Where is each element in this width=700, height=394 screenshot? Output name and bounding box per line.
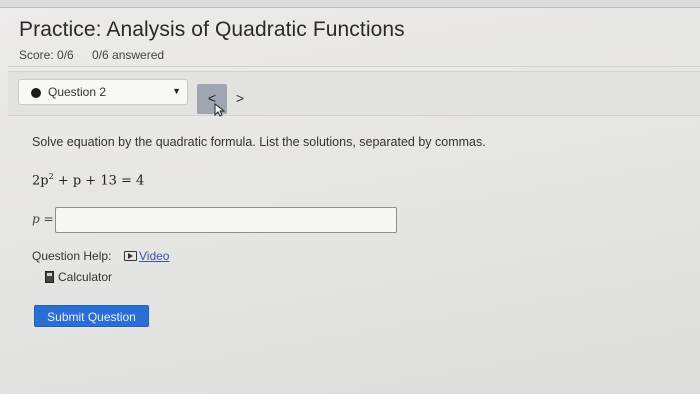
equation-term: 2p	[32, 173, 49, 189]
dropdown-caret-icon: ▼	[172, 86, 181, 96]
video-icon	[124, 251, 137, 261]
question-select-label: Question 2	[48, 85, 107, 99]
submit-question-button[interactable]: Submit Question	[34, 305, 149, 327]
answered-count: 0/6 answered	[92, 48, 165, 62]
calculator-link[interactable]: Calculator	[45, 270, 112, 284]
video-link-label: Video	[139, 249, 170, 263]
answer-input[interactable]	[55, 207, 397, 233]
mouse-cursor-icon	[214, 103, 226, 117]
question-help-label: Question Help:	[32, 249, 112, 263]
next-question-button[interactable]: >	[229, 84, 251, 114]
divider	[8, 66, 700, 67]
question-select[interactable]: Question 2 ▼	[18, 79, 188, 105]
question-instructions: Solve equation by the quadratic formula.…	[32, 135, 486, 149]
question-status-dot	[31, 88, 41, 98]
calculator-label: Calculator	[58, 270, 113, 284]
page-title: Practice: Analysis of Quadratic Function…	[19, 18, 405, 41]
score-text: Score: 0/6	[19, 48, 74, 62]
calculator-icon	[45, 271, 54, 283]
equation-remainder: + p + 13 = 4	[53, 173, 145, 189]
answer-label: p =	[32, 212, 54, 226]
video-link[interactable]: Video	[124, 249, 169, 263]
question-equation: 2p2 + p + 13 = 4	[32, 172, 144, 188]
